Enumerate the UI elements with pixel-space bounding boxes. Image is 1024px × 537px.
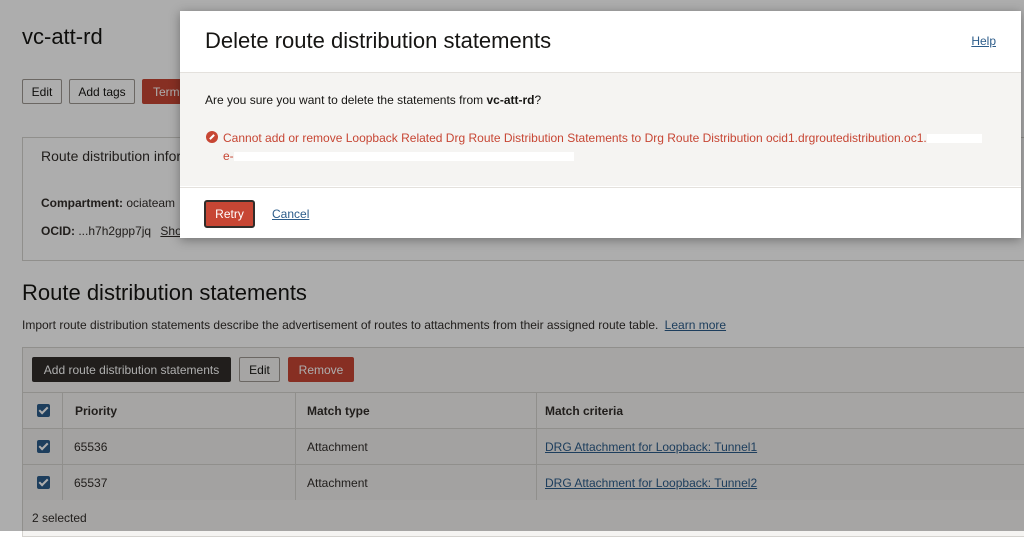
redacted-block	[926, 134, 982, 144]
help-link[interactable]: Help	[971, 34, 996, 48]
question-target: vc-att-rd	[486, 93, 535, 107]
dialog-header: Delete route distribution statements Hel…	[180, 11, 1021, 73]
question-prefix: Are you sure you want to delete the stat…	[205, 93, 487, 107]
retry-button[interactable]: Retry	[204, 200, 255, 228]
error-line-1: Cannot add or remove Loopback Related Dr…	[223, 131, 927, 145]
question-suffix: ?	[534, 93, 542, 107]
delete-statements-dialog: Delete route distribution statements Hel…	[180, 11, 1021, 238]
dialog-title: Delete route distribution statements	[205, 28, 552, 53]
dialog-footer: Retry Cancel	[180, 187, 1021, 239]
cancel-link[interactable]: Cancel	[272, 207, 309, 221]
error-message: Cannot add or remove Loopback Related Dr…	[223, 129, 1003, 165]
confirm-question: Are you sure you want to delete the stat…	[205, 93, 541, 107]
error-circle-icon	[206, 131, 218, 143]
dialog-body: Are you sure you want to delete the stat…	[180, 73, 1021, 186]
error-line-2: e-	[223, 149, 234, 163]
redacted-block	[233, 152, 574, 162]
